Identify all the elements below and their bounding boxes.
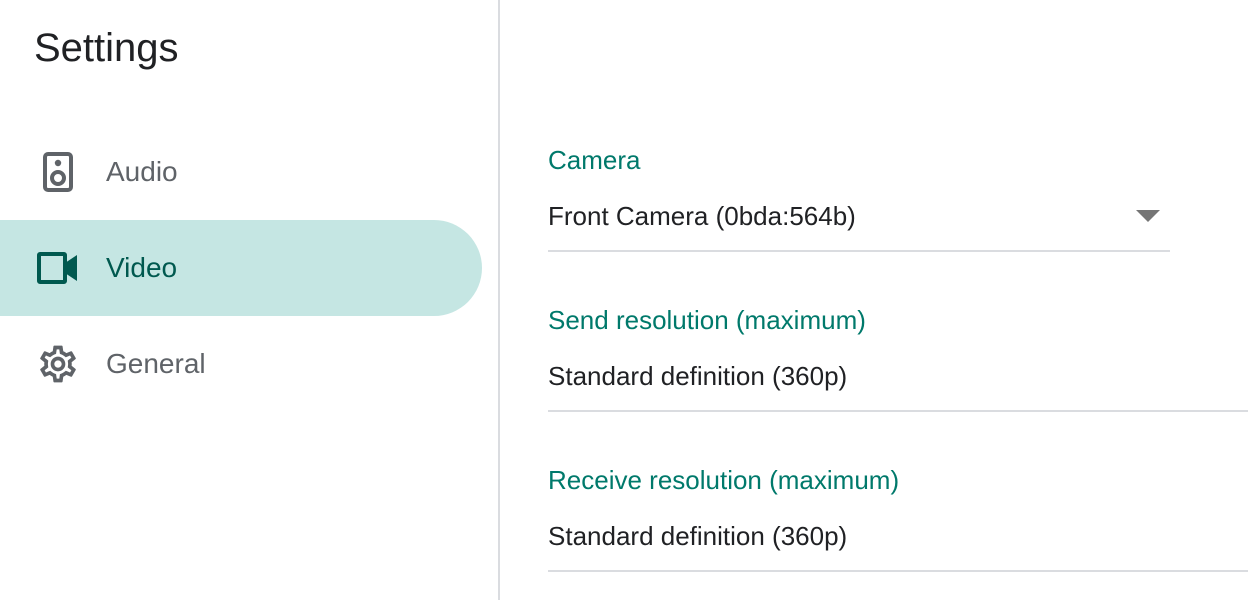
gear-icon bbox=[34, 344, 82, 384]
settings-window: Settings Audio Video General Camera Fron… bbox=[0, 0, 1248, 600]
receive-resolution-select[interactable]: Standard definition (360p) bbox=[548, 518, 1248, 572]
page-title: Settings bbox=[34, 26, 179, 70]
sidebar-item-video[interactable]: Video bbox=[0, 220, 482, 316]
camera-select-value: Front Camera (0bda:564b) bbox=[548, 201, 856, 231]
send-resolution-label: Send resolution (maximum) bbox=[548, 305, 866, 335]
settings-sidebar: Settings Audio Video General bbox=[0, 0, 500, 600]
videocam-icon bbox=[34, 248, 82, 288]
sidebar-item-label: Audio bbox=[106, 156, 178, 187]
send-resolution-select[interactable]: Standard definition (360p) bbox=[548, 358, 1248, 412]
sidebar-item-label: General bbox=[106, 348, 206, 379]
sidebar-item-label: Video bbox=[106, 252, 178, 283]
video-settings-panel: Camera Front Camera (0bda:564b) Send res… bbox=[500, 0, 1248, 600]
receive-resolution-value: Standard definition (360p) bbox=[548, 521, 848, 551]
send-resolution-value: Standard definition (360p) bbox=[548, 361, 848, 391]
sidebar-item-audio[interactable]: Audio bbox=[0, 124, 482, 220]
camera-select[interactable]: Front Camera (0bda:564b) bbox=[548, 198, 1170, 252]
receive-resolution-label: Receive resolution (maximum) bbox=[548, 465, 900, 495]
sidebar-item-general[interactable]: General bbox=[0, 316, 482, 412]
camera-label: Camera bbox=[548, 145, 641, 175]
speaker-icon bbox=[34, 152, 82, 192]
dropdown-arrow-icon bbox=[1136, 210, 1160, 222]
